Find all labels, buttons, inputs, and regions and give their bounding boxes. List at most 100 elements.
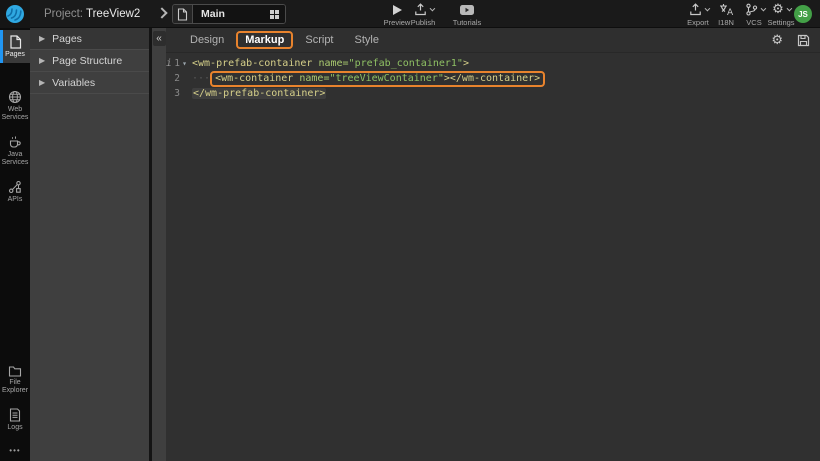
tab-markup[interactable]: Markup: [236, 31, 293, 49]
panel-section-label: Pages: [52, 33, 82, 45]
line-number: 2: [172, 71, 180, 86]
page-tab-main[interactable]: Main: [193, 5, 285, 23]
app-logo[interactable]: [0, 0, 30, 28]
user-avatar[interactable]: JS: [794, 5, 812, 23]
settings-label: Settings: [767, 18, 794, 27]
token-str: "treeViewContainer": [329, 73, 443, 84]
code-line[interactable]: 3 </wm-prefab-container>: [166, 86, 820, 101]
panel-section-pages[interactable]: ▶ Pages: [30, 28, 149, 50]
code-text: </wm-prefab-container>: [192, 86, 326, 101]
code-line[interactable]: i1▾<wm-prefab-container name="prefab_con…: [166, 56, 820, 71]
editor-tab-bar: Design Markup Script Style ⚙: [166, 28, 820, 53]
token-ws: ···: [192, 73, 210, 84]
left-icon-rail: Pages Web Services Java Services: [0, 28, 30, 461]
page-file-button[interactable]: [173, 5, 193, 23]
sidebar-item-java-services[interactable]: Java Services: [0, 130, 30, 171]
publish-button[interactable]: Publish: [406, 3, 440, 27]
highlighted-element-box: <wm-container name="treeViewContainer"><…: [210, 71, 545, 87]
translate-icon: A: [719, 3, 733, 16]
api-connector-icon: [8, 180, 22, 194]
publish-label: Publish: [411, 18, 436, 27]
page-tab-group: Main: [172, 4, 286, 24]
i18n-label: I18N: [718, 18, 734, 27]
caret-down-icon: [429, 5, 435, 11]
export-upload-icon: [689, 3, 702, 16]
sidebar-item-label: APIs: [8, 196, 23, 204]
globe-icon: [8, 90, 22, 104]
coffee-icon: [8, 135, 22, 149]
code-text: <wm-prefab-container name="prefab_contai…: [192, 56, 469, 71]
fold-spacer: [180, 86, 189, 101]
sidebar-item-label: Logs: [7, 424, 22, 432]
collapse-panel-button[interactable]: «: [153, 31, 166, 46]
sidebar-item-web-services[interactable]: Web Services: [0, 85, 30, 126]
sidebar-item-label: Web Services: [0, 106, 30, 122]
tab-style[interactable]: Style: [346, 31, 388, 49]
sidebar-item-pages[interactable]: Pages: [0, 30, 30, 63]
token-tag: <wm-prefab-container: [192, 58, 318, 69]
sidebar-item-apis[interactable]: APIs: [0, 175, 30, 208]
editor-settings-button[interactable]: ⚙: [771, 34, 783, 47]
sidebar-item-label: Java Services: [0, 151, 30, 167]
project-label: Project:: [44, 8, 83, 20]
token-str: "prefab_container1": [349, 58, 463, 69]
gear-icon: ⚙: [772, 3, 784, 16]
save-button[interactable]: [797, 34, 810, 47]
upload-icon: [414, 3, 427, 16]
tutorials-label: Tutorials: [453, 18, 481, 27]
grid-icon[interactable]: [270, 10, 279, 19]
sidebar-item-file-explorer[interactable]: File Explorer: [0, 360, 30, 399]
chevron-right-icon: ▶: [39, 78, 45, 87]
tutorials-button[interactable]: Tutorials: [450, 3, 484, 27]
project-name: TreeView2: [86, 8, 140, 20]
panel-section-variables[interactable]: ▶ Variables: [30, 72, 149, 94]
token-tag: <wm-container: [215, 73, 299, 84]
video-icon: [459, 4, 475, 16]
line-number: 1: [172, 56, 180, 71]
caret-down-icon: [786, 5, 792, 11]
svg-text:A: A: [727, 8, 733, 16]
chevron-right-icon[interactable]: [156, 7, 167, 18]
save-icon: [797, 34, 810, 47]
code-text: ···<wm-container name="treeViewContainer…: [192, 71, 545, 86]
sidebar-item-label: Pages: [5, 51, 25, 59]
sidebar-item-label: File Explorer: [0, 379, 30, 395]
chevron-right-icon: ▶: [39, 56, 45, 65]
markup-code-editor[interactable]: i1▾<wm-prefab-container name="prefab_con…: [166, 53, 820, 101]
token-match: </wm-prefab-container>: [192, 88, 326, 99]
wavemaker-logo-icon: [5, 4, 25, 24]
folder-icon: [8, 365, 22, 377]
play-icon: [393, 5, 402, 15]
token-tag: >: [463, 58, 469, 69]
vcs-label: VCS: [746, 18, 761, 27]
code-line[interactable]: 2···<wm-container name="treeViewContaine…: [166, 71, 820, 86]
tab-script[interactable]: Script: [296, 31, 342, 49]
fold-spacer: [180, 71, 189, 86]
project-title: Project: TreeView2: [44, 8, 140, 20]
pages-panel: ▶ Pages ▶ Page Structure ▶ Variables: [30, 28, 149, 461]
editor-area: Design Markup Script Style ⚙ i1▾<wm-pref…: [166, 28, 820, 461]
line-number: 3: [172, 86, 180, 101]
gear-icon: ⚙: [771, 34, 783, 47]
document-icon: [9, 408, 21, 422]
pages-icon: [9, 35, 22, 49]
settings-button[interactable]: ⚙ Settings: [764, 3, 798, 27]
chevron-right-icon: ▶: [39, 34, 45, 43]
panel-section-label: Variables: [52, 77, 95, 89]
token-attr: name=: [299, 73, 329, 84]
tab-design[interactable]: Design: [181, 31, 233, 49]
branch-icon: [745, 3, 758, 16]
sidebar-item-logs[interactable]: Logs: [0, 403, 30, 436]
token-tag: ></wm-container>: [444, 73, 540, 84]
ide-window: Project: TreeView2 Main Preview: [0, 0, 820, 461]
more-options-icon[interactable]: •••: [0, 446, 30, 455]
panel-collapse-strip: «: [152, 28, 166, 461]
export-label: Export: [687, 18, 709, 27]
panel-section-label: Page Structure: [52, 55, 122, 67]
gutter: i1▾: [166, 56, 189, 71]
topbar: Project: TreeView2 Main Preview: [0, 0, 820, 28]
gutter: 2: [166, 71, 189, 86]
panel-section-page-structure[interactable]: ▶ Page Structure: [30, 50, 149, 72]
fold-arrow-icon[interactable]: ▾: [180, 56, 189, 71]
gutter: 3: [166, 86, 189, 101]
